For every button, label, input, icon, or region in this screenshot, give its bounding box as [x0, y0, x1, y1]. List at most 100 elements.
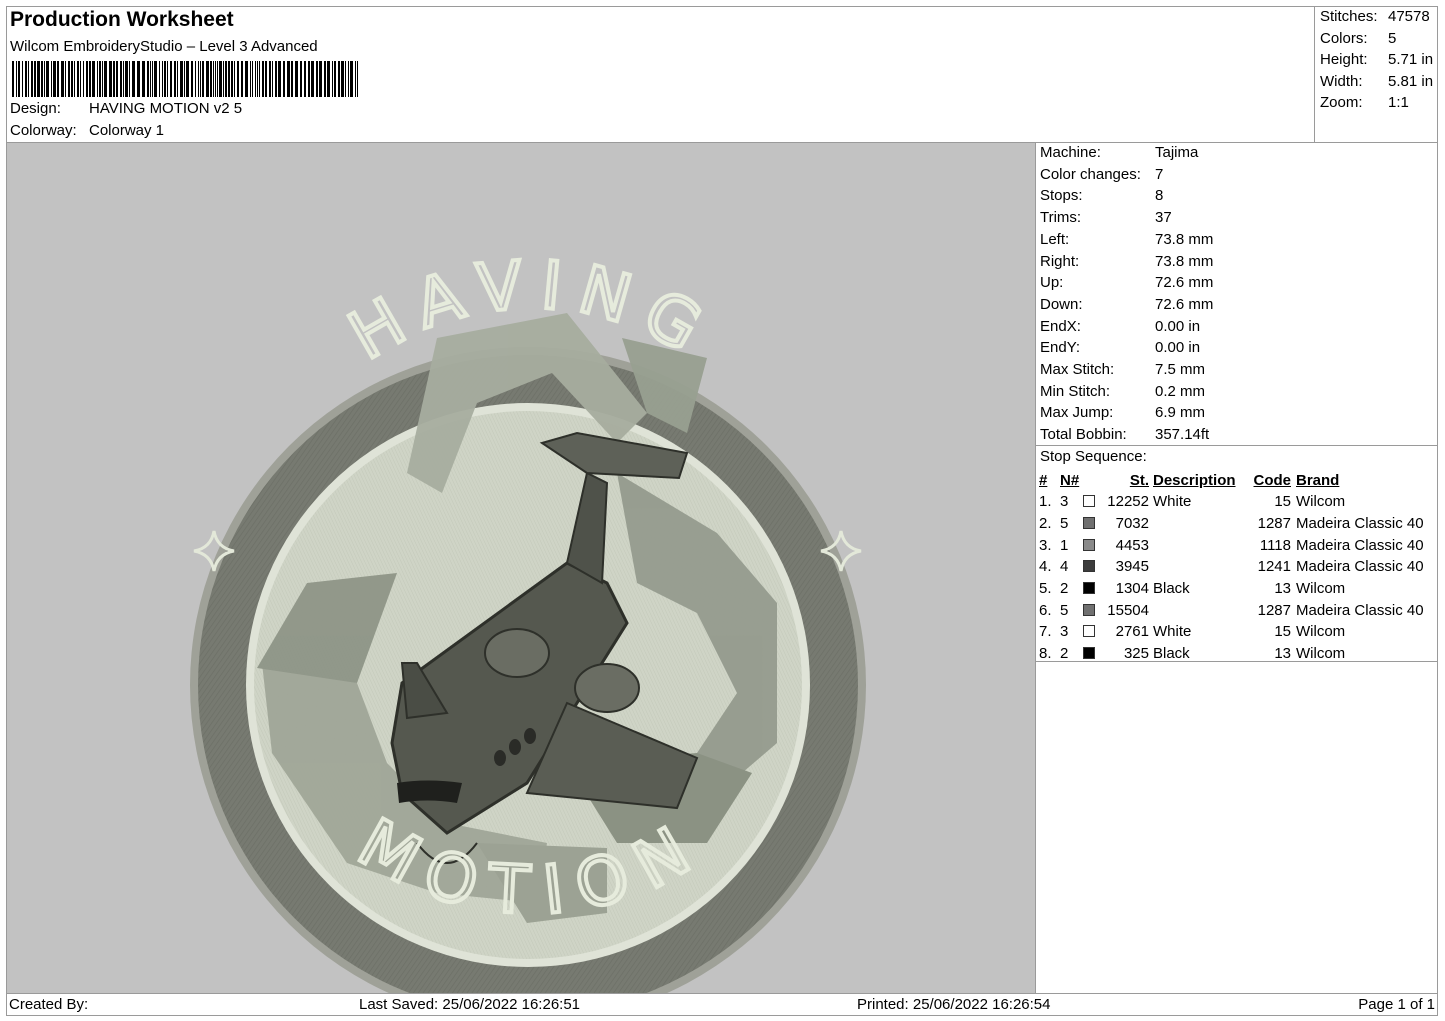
needle-number: 5	[1060, 515, 1069, 533]
worksheet-footer: Created By: Last Saved: 25/06/2022 16:26…	[6, 993, 1438, 1016]
column-header: Description	[1153, 472, 1236, 489]
stat-row: Zoom: 1:1	[1320, 94, 1409, 111]
info-value: 0.00 in	[1155, 317, 1201, 335]
stitch-count: 7032	[1115, 515, 1149, 533]
info-row: Total Bobbin: 357.14ft	[1040, 426, 1209, 443]
needle-number: 3	[1060, 623, 1069, 641]
info-label: Color changes:	[1040, 165, 1141, 183]
stop-sequence-table: # N# St. Description Code Brand 1. 3 12252…	[1039, 470, 1436, 665]
info-value: 0.2 mm	[1155, 382, 1206, 400]
thread-brand: Madeira Classic 40	[1296, 515, 1424, 533]
stat-row: Stitches: 47578	[1320, 8, 1430, 25]
info-row: Max Stitch: 7.5 mm	[1040, 361, 1205, 378]
info-label: Stops:	[1040, 187, 1083, 205]
column-header: St.	[1129, 472, 1149, 489]
info-label: EndX:	[1040, 317, 1081, 335]
info-value: 72.6 mm	[1155, 295, 1214, 313]
color-swatch-box	[1083, 625, 1095, 638]
info-label: Up:	[1040, 274, 1064, 292]
info-value: 37	[1155, 209, 1172, 227]
color-swatch-box	[1083, 560, 1095, 573]
info-row: Max Jump: 6.9 mm	[1040, 404, 1205, 421]
needle-number: 4	[1060, 558, 1069, 576]
color-description	[1149, 534, 1249, 556]
design-stats: Stitches: 47578 Colors: 5 Height: 5.71 in W…	[1314, 6, 1438, 143]
thread-code: 1241	[1257, 558, 1291, 576]
stitch-count: 12252	[1107, 493, 1149, 511]
table-row: 6. 5 15504 1287 Madeira Classic 40	[1039, 599, 1436, 621]
info-label: EndY:	[1040, 339, 1081, 357]
thread-brand: Wilcom	[1296, 580, 1346, 598]
table-row: 1. 3 12252 White 15 Wilcom	[1039, 491, 1436, 513]
created-by: Created By:	[9, 996, 89, 1013]
embroidery-patch: HAVING MOTION	[190, 244, 866, 993]
stat-label: Zoom:	[1320, 94, 1363, 111]
stitch-count: 2761	[1115, 623, 1149, 641]
row-index: 5.	[1039, 580, 1052, 598]
stat-label: Height:	[1320, 51, 1368, 68]
colorway-label: Colorway:	[10, 122, 77, 139]
table-row: 4. 4 3945 1241 Madeira Classic 40	[1039, 556, 1436, 578]
last-saved: Last Saved: 25/06/2022 16:26:51	[359, 996, 581, 1013]
stat-row: Colors: 5	[1320, 30, 1396, 47]
colorway-row: Colorway: Colorway 1	[10, 122, 164, 139]
needle-number: 2	[1060, 645, 1069, 663]
row-index: 8.	[1039, 645, 1052, 663]
info-row: Down: 72.6 mm	[1040, 296, 1213, 313]
info-row: Machine: Tajima	[1040, 144, 1198, 161]
table-row: 3. 1 4453 1118 Madeira Classic 40	[1039, 534, 1436, 556]
info-label: Down:	[1040, 295, 1083, 313]
thread-code: 1118	[1259, 536, 1291, 554]
barcode	[12, 61, 358, 97]
row-index: 2.	[1039, 515, 1052, 533]
color-description: Black	[1153, 580, 1190, 598]
table-row: 8. 2 325 Black 13 Wilcom	[1039, 643, 1436, 665]
page-number: Page 1 of 1	[1358, 996, 1435, 1013]
thread-brand: Wilcom	[1296, 645, 1346, 663]
stat-label: Width:	[1320, 72, 1363, 90]
info-label: Left:	[1040, 230, 1070, 248]
table-row: 5. 2 1304 Black 13 Wilcom	[1039, 578, 1436, 600]
stat-value: 5.71 in	[1388, 51, 1434, 68]
info-label: Trims:	[1040, 209, 1082, 227]
colorway-name: Colorway 1	[89, 122, 165, 139]
thread-code: 15	[1274, 623, 1291, 641]
row-index: 1.	[1039, 493, 1052, 511]
row-index: 7.	[1039, 623, 1052, 641]
info-value: 6.9 mm	[1155, 404, 1206, 422]
column-header: #	[1039, 472, 1048, 489]
thread-brand: Wilcom	[1296, 623, 1346, 641]
color-swatch	[1083, 556, 1107, 578]
thread-code: 15	[1274, 493, 1291, 511]
column-header: Brand	[1296, 472, 1340, 489]
thread-brand: Wilcom	[1296, 493, 1346, 511]
info-value: 357.14ft	[1155, 426, 1210, 444]
info-row: EndX: 0.00 in	[1040, 318, 1200, 335]
stat-value: 1:1	[1388, 94, 1409, 111]
stitch-count: 3945	[1115, 558, 1149, 576]
software-name: Wilcom EmbroideryStudio – Level 3 Advanc…	[10, 38, 318, 55]
row-index: 3.	[1039, 536, 1052, 554]
stat-row: Width: 5.81 in	[1320, 73, 1433, 90]
thread-code: 1287	[1257, 601, 1291, 619]
stop-sequence: Stop Sequence: # N# St. Description Code…	[1036, 446, 1438, 662]
thread-brand: Madeira Classic 40	[1296, 536, 1424, 554]
needle-number: 1	[1060, 536, 1069, 554]
info-label: Max Jump:	[1040, 404, 1114, 422]
color-swatch	[1083, 578, 1107, 600]
info-value: 8	[1155, 187, 1164, 205]
info-label: Right:	[1040, 252, 1080, 270]
thread-code: 1287	[1257, 515, 1291, 533]
color-swatch	[1083, 621, 1107, 643]
stop-sequence-title: Stop Sequence:	[1040, 448, 1147, 465]
needle-number: 2	[1060, 580, 1069, 598]
column-header: Code	[1253, 472, 1292, 489]
stitch-count: 4453	[1115, 536, 1149, 554]
column-header: N#	[1060, 472, 1080, 489]
color-swatch	[1083, 534, 1107, 556]
info-row: Color changes: 7	[1040, 166, 1163, 183]
info-value: 72.6 mm	[1155, 274, 1214, 292]
stitch-count: 1304	[1115, 580, 1149, 598]
info-label: Max Stitch:	[1040, 361, 1115, 378]
color-swatch	[1083, 599, 1107, 621]
